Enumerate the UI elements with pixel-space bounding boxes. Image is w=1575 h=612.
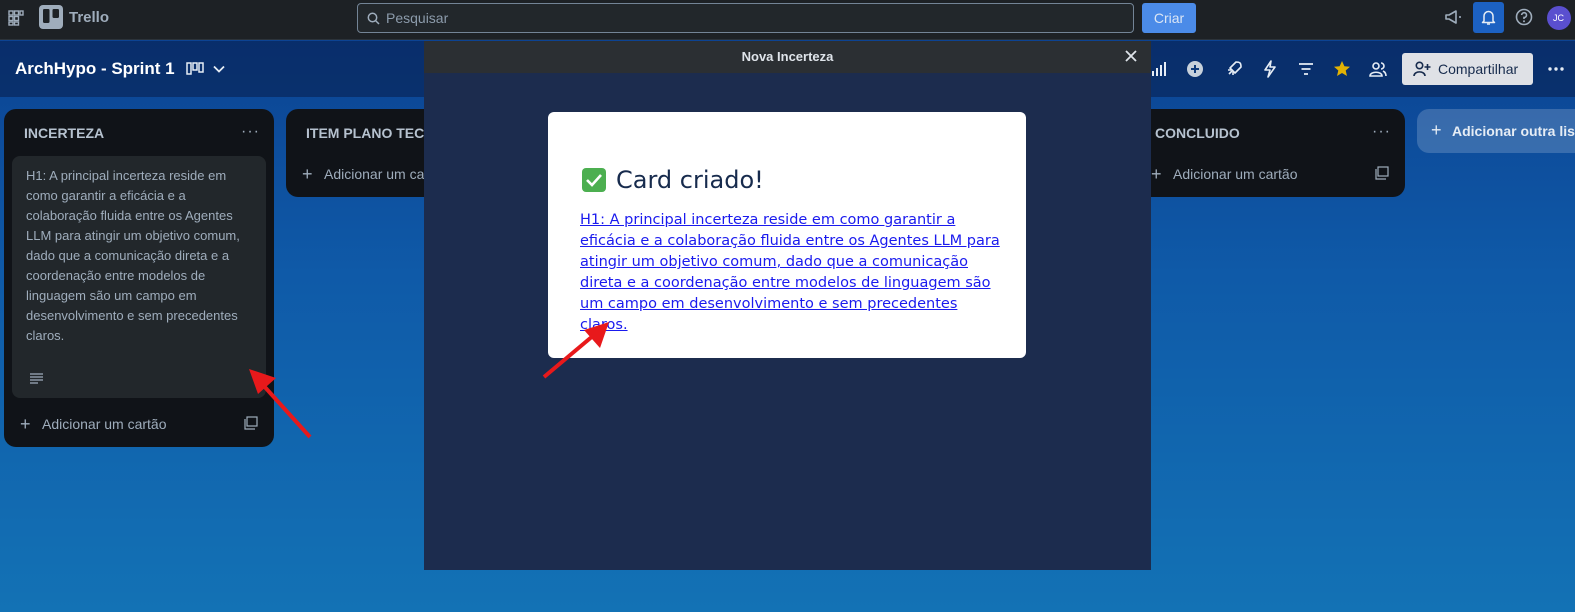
add-list-button[interactable]: + Adicionar outra lista [1417,109,1575,153]
list-concluido: CONCLUIDO ··· + Adicionar um cartão [1135,109,1405,197]
list-title[interactable]: CONCLUIDO [1155,125,1240,141]
more-options-icon[interactable] [1547,59,1565,79]
modal-titlebar: Nova Incerteza [424,41,1151,73]
list-title[interactable]: INCERTEZA [24,125,104,141]
description-icon [30,373,43,384]
megaphone-icon[interactable] [1443,7,1463,27]
create-button[interactable]: Criar [1142,3,1196,33]
add-card-label: Adicionar um cartão [1173,166,1298,182]
list-menu-icon[interactable]: ··· [1372,123,1391,141]
share-button[interactable]: Compartilhar [1402,53,1533,85]
share-button-label: Compartilhar [1438,61,1519,77]
top-navigation: Trello Criar JC [0,0,1575,40]
check-mark-icon [582,168,606,192]
search-box[interactable] [357,3,1134,33]
result-heading: Card criado! [582,166,764,194]
board-view-icon[interactable] [186,62,204,76]
card-template-icon[interactable] [1375,166,1389,180]
filter-icon[interactable] [1296,59,1316,79]
card-template-icon[interactable] [244,416,258,430]
trello-logo-icon[interactable] [39,5,63,29]
app-name[interactable]: Trello [69,9,109,26]
search-icon [367,12,380,25]
add-card-button[interactable]: + Adicionar um cartão [20,414,167,434]
automation-lightning-icon[interactable] [1260,59,1280,79]
modal-title: Nova Incerteza [741,49,834,64]
bell-icon [1481,10,1496,25]
avatar[interactable]: JC [1547,6,1571,30]
created-card-link[interactable]: H1: A principal incerteza reside em como… [580,210,1000,336]
add-list-label: Adicionar outra lista [1452,123,1575,139]
card[interactable]: H1: A principal incerteza reside em como… [12,156,266,398]
app-switcher-icon[interactable] [8,10,24,26]
search-input[interactable] [386,8,1126,28]
add-member-icon [1413,61,1431,77]
list-menu-icon[interactable]: ··· [241,123,260,141]
list-incerteza: INCERTEZA ··· H1: A principal incerteza … [4,109,274,447]
notifications-button[interactable] [1473,2,1504,33]
analytics-icon[interactable] [1150,59,1170,79]
add-power-up-icon[interactable] [1185,59,1205,79]
result-heading-text: Card criado! [616,166,764,194]
rocket-icon[interactable] [1224,59,1244,79]
chevron-down-icon[interactable] [212,62,226,76]
list-title[interactable]: ITEM PLANO TECN [306,125,434,141]
plus-icon: + [1431,120,1442,140]
star-icon[interactable] [1332,59,1352,79]
plus-icon: + [302,163,313,184]
help-icon[interactable] [1514,7,1534,27]
new-uncertainty-modal: Nova Incerteza Card criado! H1: A princi… [424,41,1151,570]
plus-icon: + [20,413,31,434]
card-title: H1: A principal incerteza reside em como… [26,168,240,343]
add-card-button[interactable]: + Adicionar um cartão [1151,164,1298,184]
close-icon[interactable] [1124,49,1138,63]
add-card-button[interactable]: + Adicionar um ca [302,164,424,184]
result-panel: Card criado! H1: A principal incerteza r… [548,112,1026,358]
plus-icon: + [1151,163,1162,184]
add-card-label: Adicionar um ca [324,166,425,182]
add-card-label: Adicionar um cartão [42,416,167,432]
workspace-visibility-icon[interactable] [1368,59,1388,79]
board-title[interactable]: ArchHypo - Sprint 1 [15,59,175,79]
